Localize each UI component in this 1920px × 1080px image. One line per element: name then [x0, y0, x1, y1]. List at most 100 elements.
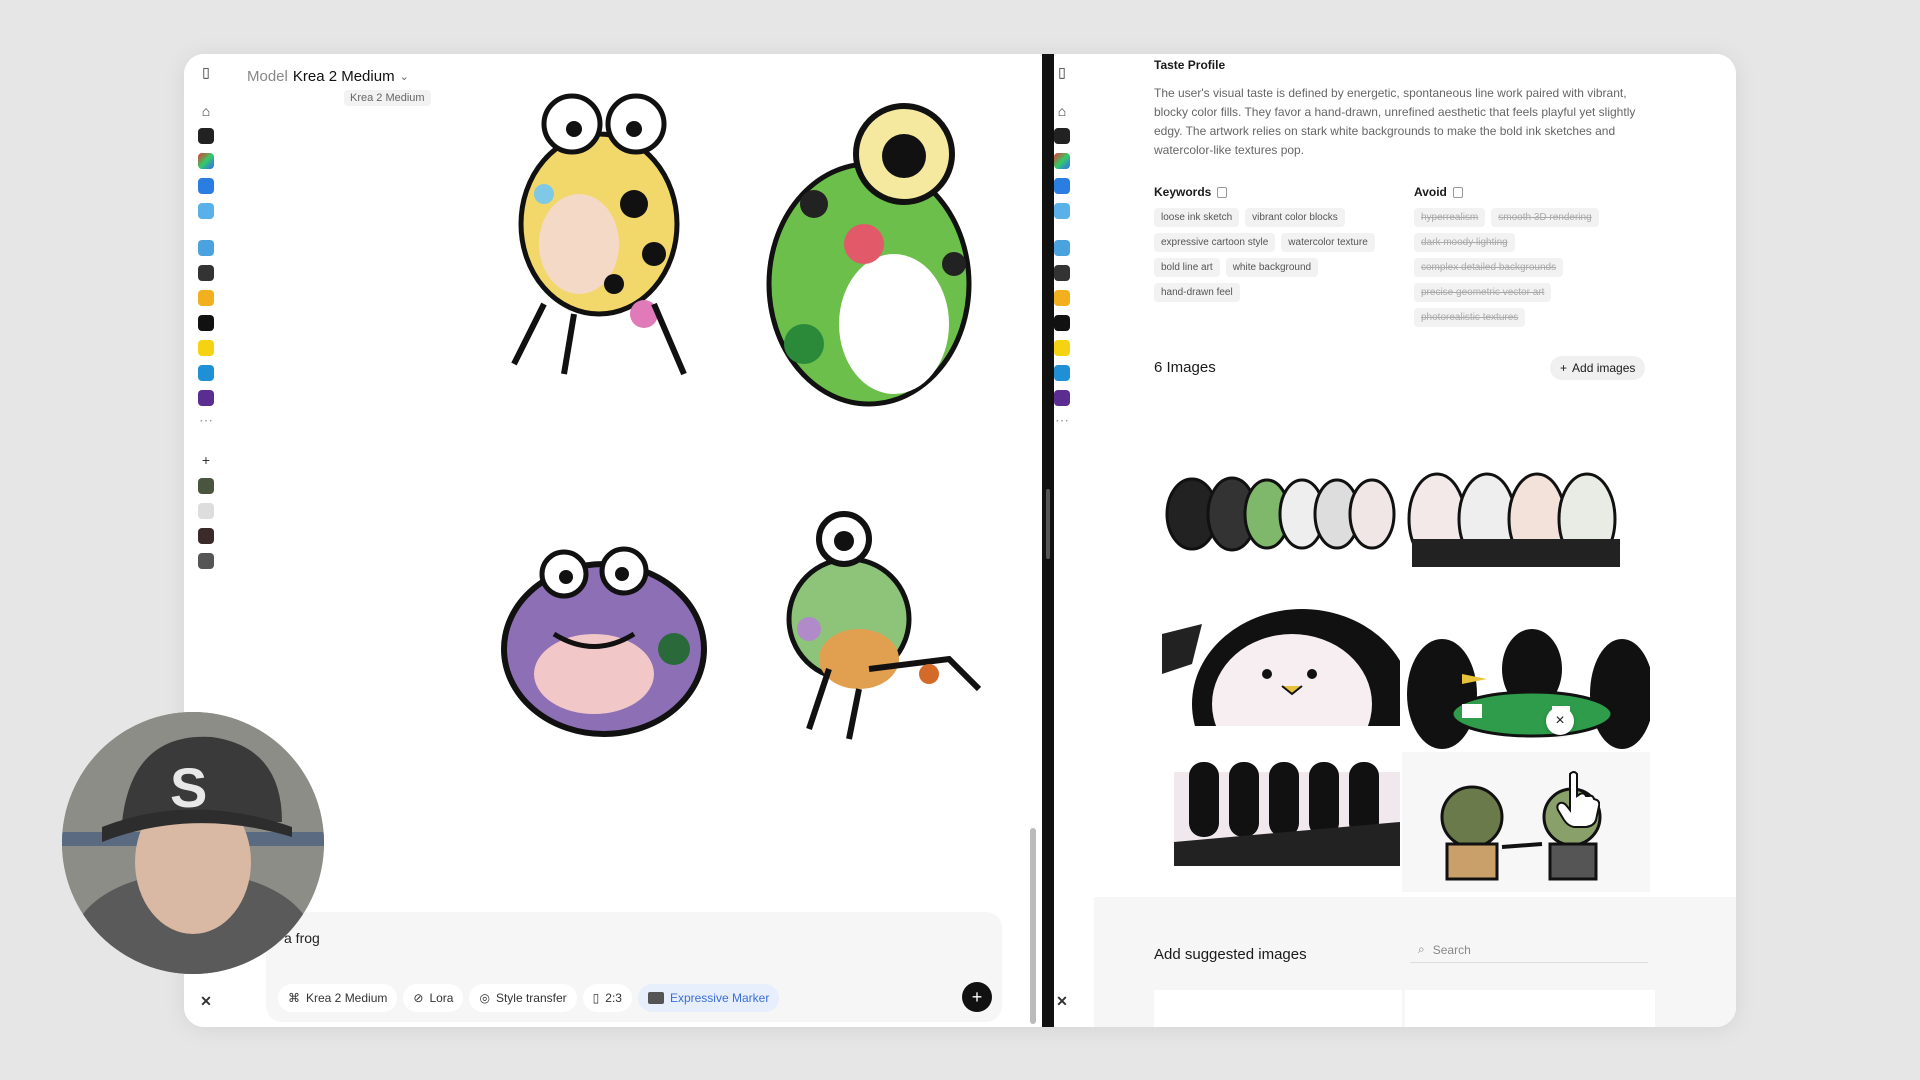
generated-image[interactable]: [749, 509, 999, 749]
copy-icon[interactable]: [1217, 186, 1228, 198]
keyword-tag[interactable]: loose ink sketch: [1154, 208, 1240, 227]
generated-image[interactable]: [484, 74, 714, 394]
avoid-tag[interactable]: dark moody lighting: [1414, 233, 1515, 252]
prompt-composer: a frog ⌘ Krea 2 Medium ⊘ Lora ◎ Style trans…: [266, 912, 1002, 1022]
lora-chip[interactable]: ⊘ Lora: [403, 984, 464, 1012]
edit-tool-icon[interactable]: [198, 128, 214, 144]
chip-label: Krea 2 Medium: [306, 991, 388, 1005]
recent-thumb-icon[interactable]: [198, 478, 214, 494]
model-chip[interactable]: ⌘ Krea 2 Medium: [278, 984, 398, 1012]
chat-tool-icon[interactable]: [1054, 290, 1070, 306]
chat-tool-icon[interactable]: [198, 290, 214, 306]
recent-thumb-icon[interactable]: [198, 528, 214, 544]
avoid-tag[interactable]: hyperrealism: [1414, 208, 1486, 227]
video-tool-icon[interactable]: [198, 265, 214, 281]
realtime-tool-icon[interactable]: [198, 153, 214, 169]
resize-handle[interactable]: [1046, 489, 1050, 559]
scrollbar[interactable]: [1030, 828, 1036, 1024]
model-selector[interactable]: Model Krea 2 Medium ⌄: [247, 68, 409, 85]
section-title: Taste Profile: [1154, 58, 1226, 72]
design-tool-icon[interactable]: [198, 365, 214, 381]
chip-label: Style transfer: [495, 991, 567, 1005]
images-count-title: 6 Images: [1154, 359, 1216, 376]
gallery-tool-icon[interactable]: [198, 240, 214, 256]
button-label: Add images: [1572, 361, 1636, 375]
keywords-header: Keywords: [1154, 185, 1228, 199]
folder-icon[interactable]: [1054, 203, 1070, 219]
avoid-tags: hyperrealism smooth 3D rendering dark mo…: [1414, 208, 1634, 327]
copy-icon[interactable]: [1452, 186, 1463, 198]
split-divider[interactable]: [1042, 54, 1054, 1027]
avoid-tag[interactable]: precise geometric vector art: [1414, 283, 1552, 302]
enhance-tool-icon[interactable]: [198, 178, 214, 194]
avoid-title: Avoid: [1414, 185, 1447, 199]
design-tool-icon[interactable]: [1054, 365, 1070, 381]
krea-icon: ⌘: [288, 991, 300, 1005]
keyword-tag[interactable]: vibrant color blocks: [1245, 208, 1345, 227]
chevron-down-icon: ⌄: [399, 71, 409, 83]
reference-image[interactable]: [1402, 614, 1654, 752]
svg-text:S: S: [170, 756, 207, 819]
avoid-header: Avoid: [1414, 185, 1463, 199]
edit-tool-icon[interactable]: [1054, 128, 1070, 144]
reference-image[interactable]: [1162, 459, 1400, 567]
keyword-tag[interactable]: watercolor texture: [1281, 233, 1375, 252]
more-icon[interactable]: ⋯: [198, 412, 214, 428]
generated-image[interactable]: [744, 84, 994, 424]
add-images-button[interactable]: + Add images: [1550, 356, 1646, 380]
remove-image-button[interactable]: ×: [1546, 707, 1574, 735]
keywords-title: Keywords: [1154, 185, 1212, 199]
style-thumb-icon: [647, 992, 664, 1004]
prompt-options: ⌘ Krea 2 Medium ⊘ Lora ◎ Style transfer ▯ 2:…: [278, 984, 780, 1012]
avoid-tag[interactable]: complex detailed backgrounds: [1414, 258, 1564, 277]
chip-label: Expressive Marker: [669, 991, 770, 1005]
gallery-tool-icon[interactable]: [1054, 240, 1070, 256]
avoid-tag[interactable]: smooth 3D rendering: [1491, 208, 1599, 227]
add-icon[interactable]: +: [198, 452, 214, 468]
aspect-ratio-chip[interactable]: ▯ 2:3: [582, 984, 632, 1012]
chip-label: 2:3: [605, 991, 622, 1005]
keyword-tag[interactable]: hand-drawn feel: [1154, 283, 1240, 302]
recent-thumb-icon[interactable]: [198, 553, 214, 569]
close-icon: ×: [1555, 712, 1565, 729]
style-chip[interactable]: Expressive Marker: [637, 984, 780, 1012]
krea-logo-icon[interactable]: ✕: [198, 993, 214, 1009]
video-tool-icon[interactable]: [1054, 265, 1070, 281]
audio-tool-icon[interactable]: [1054, 340, 1070, 356]
plus-icon: +: [1560, 361, 1568, 375]
reference-image[interactable]: [1174, 752, 1400, 866]
reference-image[interactable]: [1402, 459, 1630, 577]
taste-profile-panel: Taste Profile The user's visual taste is…: [1154, 54, 1736, 1027]
train-tool-icon[interactable]: [198, 390, 214, 406]
train-tool-icon[interactable]: [1054, 390, 1070, 406]
audio-tool-icon[interactable]: [198, 340, 214, 356]
prompt-input[interactable]: a frog: [284, 930, 320, 946]
sidebar-toggle-icon[interactable]: ▯: [198, 64, 214, 80]
motion-tool-icon[interactable]: [198, 315, 214, 331]
generate-button[interactable]: +: [962, 982, 992, 1012]
generated-image[interactable]: [484, 529, 724, 749]
taste-description: The user's visual taste is defined by en…: [1154, 86, 1636, 157]
aspect-icon: ▯: [592, 991, 600, 1005]
reference-image[interactable]: [1402, 752, 1650, 892]
folder-icon[interactable]: [198, 203, 214, 219]
app-sidebar: ▯ ⌂ ⋯ ✕: [1054, 54, 1094, 1027]
home-icon[interactable]: ⌂: [1054, 103, 1070, 119]
enhance-tool-icon[interactable]: [1054, 178, 1070, 194]
palette-icon: ◎: [479, 991, 490, 1005]
reference-image[interactable]: [1162, 604, 1412, 799]
keyword-tag[interactable]: expressive cartoon style: [1154, 233, 1276, 252]
krea-logo-icon[interactable]: ✕: [1054, 993, 1070, 1009]
motion-tool-icon[interactable]: [1054, 315, 1070, 331]
recent-thumb-icon[interactable]: [198, 503, 214, 519]
avoid-tag[interactable]: photorealistic textures: [1414, 308, 1526, 327]
model-value: Krea 2 Medium: [292, 68, 395, 85]
link-icon: ⊘: [413, 991, 424, 1005]
style-transfer-chip[interactable]: ◎ Style transfer: [469, 984, 577, 1012]
more-icon[interactable]: ⋯: [1054, 412, 1070, 428]
keyword-tag[interactable]: bold line art: [1154, 258, 1220, 277]
sidebar-toggle-icon[interactable]: ▯: [1054, 64, 1070, 80]
keyword-tag[interactable]: white background: [1225, 258, 1319, 277]
realtime-tool-icon[interactable]: [1054, 153, 1070, 169]
home-icon[interactable]: ⌂: [198, 103, 214, 119]
